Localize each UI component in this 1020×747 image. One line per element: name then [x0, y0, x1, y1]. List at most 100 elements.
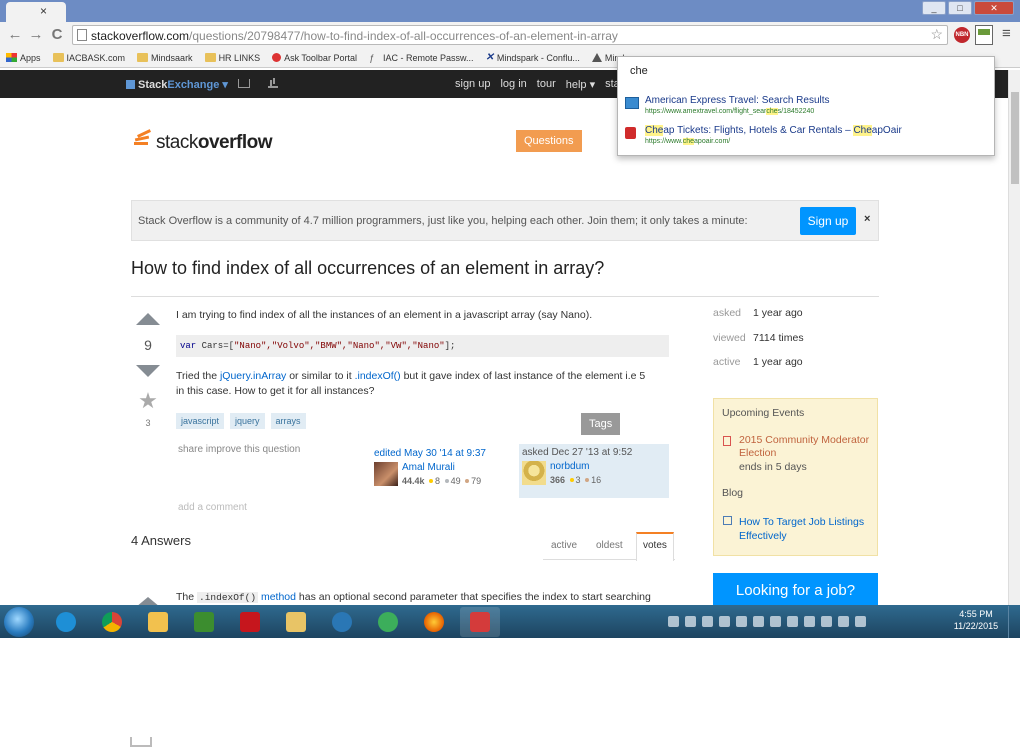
nav-tags[interactable]: Tags — [581, 413, 621, 435]
sort-votes-tab[interactable]: votes — [636, 532, 674, 561]
edited-link[interactable]: edited May 30 '14 at 9:37 — [374, 448, 486, 459]
maximize-button[interactable]: □ — [948, 1, 972, 15]
page-scrollbar[interactable] — [1008, 70, 1020, 605]
tray-icon[interactable] — [787, 616, 798, 627]
favorite-count: 3 — [145, 418, 151, 428]
downvote-icon[interactable] — [136, 365, 160, 377]
close-window-button[interactable]: ✕ — [974, 1, 1014, 15]
answers-count: 4 Answers — [131, 533, 191, 548]
tray-icon[interactable] — [736, 616, 747, 627]
jquery-inarray-link[interactable]: jQuery.inArray — [220, 370, 286, 382]
avatar[interactable] — [374, 462, 398, 486]
bookmark-apps[interactable]: Apps — [6, 53, 41, 63]
tray-icon[interactable] — [821, 616, 832, 627]
bookmark-hr-links[interactable]: HR LINKS — [204, 53, 260, 63]
help-link[interactable]: help ▾ — [566, 78, 595, 91]
windows-taskbar — [0, 605, 1020, 638]
tag-jquery[interactable]: jquery — [230, 413, 265, 429]
upvote-icon[interactable] — [136, 313, 160, 325]
network-icon[interactable] — [322, 607, 362, 637]
signup-link[interactable]: sign up — [455, 78, 490, 91]
signup-button[interactable]: Sign up — [800, 207, 856, 235]
owner-name[interactable]: norbdum — [550, 461, 589, 472]
tray-icon[interactable] — [804, 616, 815, 627]
system-clock[interactable]: 4:55 PM 11/22/2015 — [952, 608, 1000, 632]
scrollbar-thumb[interactable] — [1011, 92, 1019, 184]
active-app-icon[interactable] — [460, 607, 500, 637]
banner-message: Stack Overflow is a community of 4.7 mil… — [138, 215, 748, 227]
logo-wordmark: stackoverflow — [156, 132, 272, 153]
event-link[interactable]: 2015 Community Moderator Election — [739, 434, 874, 460]
apps-icon — [6, 53, 17, 62]
sort-active-tab[interactable]: active — [551, 540, 577, 551]
minimize-button[interactable]: _ — [922, 1, 946, 15]
indexof-link[interactable]: .indexOf() — [355, 370, 401, 382]
firefox-icon[interactable] — [414, 607, 454, 637]
back-icon[interactable]: ← — [6, 26, 24, 44]
tray-icon[interactable] — [770, 616, 781, 627]
tray-icon[interactable] — [668, 616, 679, 627]
tag-arrays[interactable]: arrays — [270, 413, 306, 429]
divider — [131, 296, 879, 297]
nav-questions[interactable]: Questions — [516, 130, 582, 152]
events-heading: Upcoming Events — [722, 407, 805, 419]
upcoming-events-box: Upcoming Events 2015 Community Moderator… — [713, 398, 878, 556]
tab-close-icon[interactable]: × — [40, 4, 47, 18]
bookmark-mindsaark[interactable]: Mindsaark — [137, 53, 193, 63]
tray-icon[interactable] — [753, 616, 764, 627]
stackoverflow-logo[interactable]: stackoverflow — [130, 124, 280, 747]
app-green-icon[interactable] — [368, 607, 408, 637]
method-link[interactable]: method — [258, 591, 296, 603]
banner-close-icon[interactable]: × — [864, 213, 870, 225]
volume-icon[interactable] — [855, 616, 866, 627]
tour-link[interactable]: tour — [537, 78, 556, 91]
question-title[interactable]: How to find index of all occurrences of … — [131, 258, 604, 279]
address-url[interactable]: stackoverflow.com/questions/20798477/how… — [91, 29, 618, 43]
address-bar[interactable]: stackoverflow.com/questions/20798477/how… — [72, 25, 948, 45]
reload-icon[interactable]: C — [48, 26, 66, 44]
forward-icon[interactable]: → — [27, 26, 45, 44]
looking-for-job-button[interactable]: Looking for a job? — [713, 573, 878, 609]
tray-icon[interactable] — [719, 616, 730, 627]
bookmark-ask-toolbar[interactable]: Ask Toolbar Portal — [272, 53, 357, 63]
app-icon[interactable] — [184, 607, 224, 637]
editor-reputation: 44.4k 8 49 79 — [402, 476, 482, 486]
blog-link[interactable]: How To Target Job Listings Effectively — [739, 515, 874, 543]
bookmark-iac-remote[interactable]: ƒ IAC - Remote Passw... — [369, 53, 474, 64]
chrome-icon[interactable] — [92, 607, 132, 637]
achievements-icon[interactable] — [268, 78, 278, 88]
avatar[interactable] — [522, 461, 546, 485]
extension-badge-icon[interactable]: NBN — [954, 27, 970, 43]
show-desktop-button[interactable] — [1008, 606, 1020, 638]
system-tray — [668, 607, 866, 627]
stackexchange-menu[interactable]: StackExchange ▾ — [126, 78, 228, 91]
bookmark-star-icon[interactable]: ☆ — [930, 26, 943, 43]
ie-icon[interactable] — [46, 607, 86, 637]
favorite-star-icon[interactable]: ★ — [136, 388, 160, 414]
suggestion-cheapoair[interactable]: Cheap Tickets: Flights, Hotels & Car Ren… — [623, 123, 991, 153]
bookmark-mindspark[interactable]: ✕ Mindspark - Conflu... — [485, 52, 579, 63]
folder-app-icon[interactable] — [138, 607, 178, 637]
explorer-icon[interactable] — [276, 607, 316, 637]
answer-sort-tabs: active oldest votes — [543, 532, 675, 561]
post-menu[interactable]: share improve this question — [178, 444, 300, 455]
editor-name[interactable]: Amal Murali — [402, 462, 455, 473]
chrome-menu-icon[interactable]: ≡ — [1002, 25, 1011, 42]
inbox-icon[interactable] — [238, 79, 250, 88]
tray-icon[interactable] — [685, 616, 696, 627]
add-comment-link[interactable]: add a comment — [178, 502, 247, 513]
start-button[interactable] — [4, 607, 34, 637]
extension-icon[interactable] — [975, 25, 993, 45]
sort-oldest-tab[interactable]: oldest — [596, 540, 623, 551]
suggestion-amex[interactable]: American Express Travel: Search Results … — [623, 93, 991, 123]
login-link[interactable]: log in — [500, 78, 526, 91]
tray-icon[interactable] — [702, 616, 713, 627]
browser-tab[interactable]: × — [6, 2, 66, 22]
omnibox-suggestions: che American Express Travel: Search Resu… — [617, 56, 995, 156]
suggestion-query[interactable]: che — [630, 65, 648, 77]
acrobat-icon[interactable] — [230, 607, 270, 637]
tag-javascript[interactable]: javascript — [176, 413, 225, 429]
network-tray-icon[interactable] — [838, 616, 849, 627]
suggestion-title: American Express Travel: Search Results — [645, 95, 830, 106]
bookmark-iacbask[interactable]: IACBASK.com — [52, 53, 125, 63]
